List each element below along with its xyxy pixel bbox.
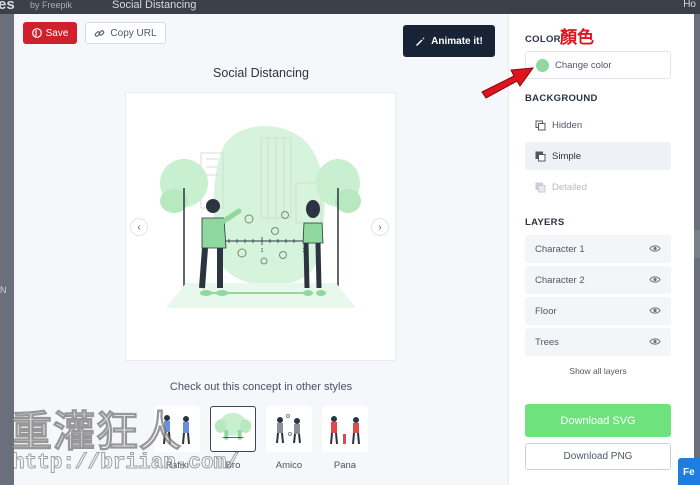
background-logo: es <box>0 0 15 13</box>
eye-icon[interactable] <box>649 337 661 346</box>
pana-thumbnail <box>330 416 360 445</box>
save-label: Save <box>45 27 69 39</box>
bro-thumbnail <box>214 412 252 440</box>
layer-item-character-1[interactable]: Character 1 <box>525 235 671 263</box>
layer-label: Trees <box>535 336 559 348</box>
eye-icon[interactable] <box>649 306 661 315</box>
background-simple-label: Simple <box>552 150 582 162</box>
magic-wand-icon <box>416 36 426 46</box>
show-all-layers-link[interactable]: Show all layers <box>525 366 671 376</box>
layer-item-floor[interactable]: Floor <box>525 297 671 325</box>
ruler-label-1: 1 <box>261 248 264 254</box>
background-header: es by Freepik Social Distancing Ho <box>0 0 700 14</box>
background-option-simple[interactable]: Simple <box>525 142 671 170</box>
feedback-tab[interactable]: Fe <box>678 458 700 485</box>
download-png-button[interactable]: Download PNG <box>525 443 671 470</box>
layers-heading: LAYERS <box>525 217 565 228</box>
social-distancing-illustration: 0 1 2 <box>160 126 361 308</box>
style-card-pana[interactable] <box>322 406 368 452</box>
copy-layers-icon <box>535 151 546 161</box>
background-hidden-label: Hidden <box>552 119 583 131</box>
chevron-right-icon: › <box>378 221 382 233</box>
style-label-pana: Pana <box>333 460 357 471</box>
color-annotation-label: 顏色 <box>560 28 594 48</box>
red-pointer-arrow-icon <box>481 67 535 99</box>
background-by-text: by Freepik <box>30 0 73 10</box>
watermark-url: http://briian.com/ <box>12 452 240 476</box>
next-illustration-button[interactable]: › <box>371 218 389 236</box>
illustration-title: Social Distancing <box>213 66 309 80</box>
pinterest-icon <box>31 28 42 38</box>
copy-layers-icon <box>535 182 546 192</box>
style-label-amico: Amico <box>275 460 303 471</box>
other-styles-heading: Check out this concept in other styles <box>169 381 353 393</box>
layer-label: Floor <box>535 305 557 317</box>
animate-button[interactable]: Animate it! <box>403 25 495 57</box>
previous-illustration-button[interactable]: ‹ <box>130 218 148 236</box>
eye-icon[interactable] <box>649 275 661 284</box>
animate-label: Animate it! <box>431 35 483 47</box>
color-heading: COLOR <box>525 34 561 45</box>
background-side-text: N <box>0 285 7 295</box>
copy-layers-icon <box>535 120 546 130</box>
layer-label: Character 1 <box>535 243 585 255</box>
download-svg-button[interactable]: Download SVG <box>525 404 671 437</box>
watermark-text: 重灌狂人 <box>9 407 183 457</box>
style-card-bro[interactable] <box>210 406 256 452</box>
background-right-link: Ho <box>683 0 696 10</box>
pinterest-save-button[interactable]: Save <box>23 22 77 44</box>
copy-url-button[interactable]: Copy URL <box>85 22 166 44</box>
layer-item-trees[interactable]: Trees <box>525 328 671 356</box>
style-card-amico[interactable] <box>266 406 312 452</box>
background-option-detailed[interactable]: Detailed <box>525 173 671 201</box>
background-title: Social Distancing <box>112 0 197 11</box>
background-edge <box>694 230 700 258</box>
amico-thumbnail <box>276 414 301 444</box>
illustration-canvas: 0 1 2 <box>125 92 396 361</box>
eye-icon[interactable] <box>649 244 661 253</box>
link-icon <box>95 29 105 37</box>
change-color-button[interactable]: Change color <box>525 51 671 79</box>
copy-url-label: Copy URL <box>110 27 157 39</box>
chevron-left-icon: ‹ <box>137 221 141 233</box>
background-option-hidden[interactable]: Hidden <box>525 111 671 139</box>
background-detailed-label: Detailed <box>552 181 587 193</box>
layer-item-character-2[interactable]: Character 2 <box>525 266 671 294</box>
layer-label: Character 2 <box>535 274 585 286</box>
change-color-label: Change color <box>555 59 612 71</box>
